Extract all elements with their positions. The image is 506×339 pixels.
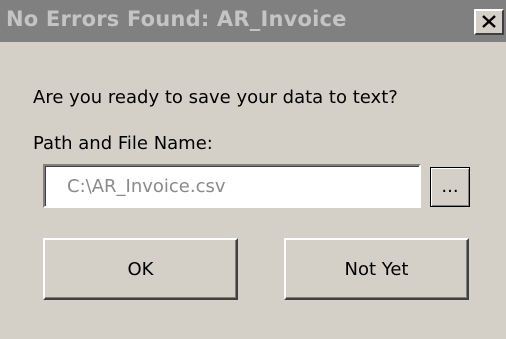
window-title: No Errors Found: AR_Invoice	[6, 7, 347, 31]
ok-button[interactable]: OK	[43, 238, 238, 300]
save-prompt: Are you ready to save your data to text?	[33, 87, 398, 108]
close-button[interactable]	[474, 9, 504, 35]
dialog-window: No Errors Found: AR_Invoice Are you read…	[0, 0, 506, 339]
title-bar[interactable]: No Errors Found: AR_Invoice	[0, 0, 506, 42]
browse-button[interactable]: ...	[430, 167, 470, 207]
path-label: Path and File Name:	[33, 133, 213, 154]
not-yet-button[interactable]: Not Yet	[284, 238, 469, 300]
path-field[interactable]	[43, 164, 421, 208]
